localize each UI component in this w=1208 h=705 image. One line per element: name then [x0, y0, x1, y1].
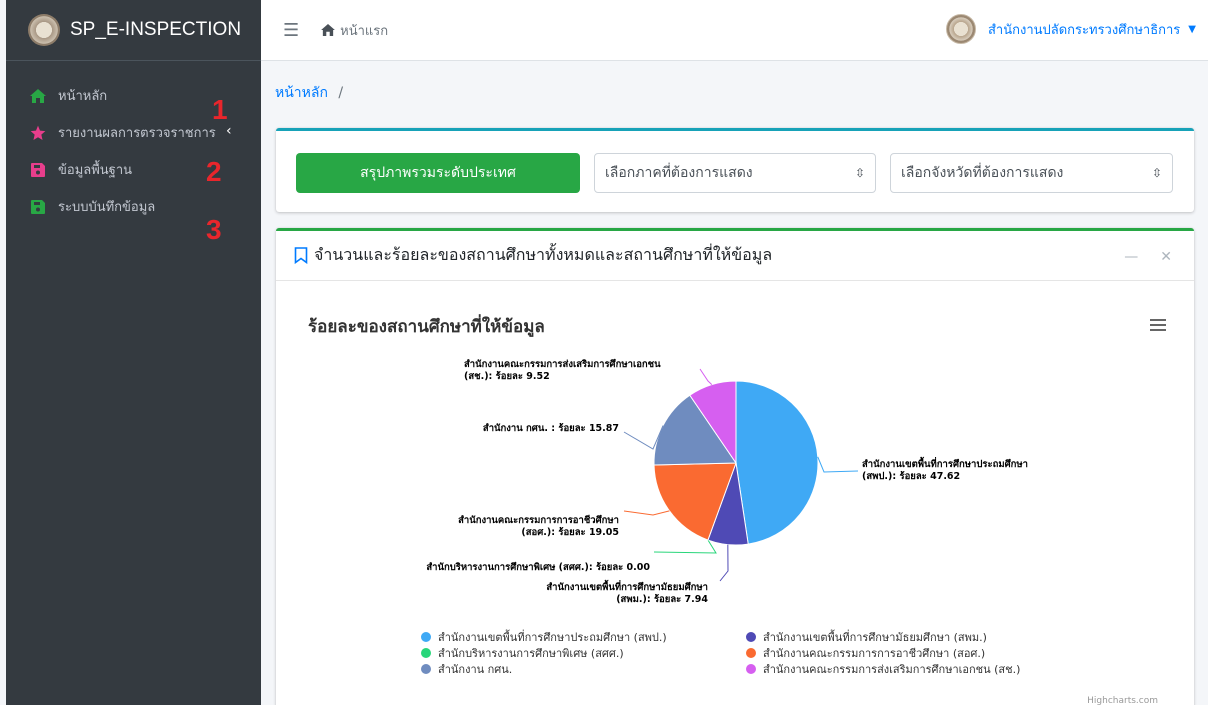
brand-title: SP_E-INSPECTION — [70, 19, 242, 40]
legend-marker — [421, 664, 431, 674]
legend-marker — [746, 664, 756, 674]
legend-item[interactable]: สำนักงานคณะกรรมการส่งเสริมการศึกษาเอกชน … — [746, 663, 1020, 676]
pie-data-label: สำนักบริหารงานการศึกษาพิเศษ (สศศ.): ร้อย… — [426, 561, 650, 573]
star-icon — [30, 125, 46, 141]
pie-chart: สำนักงานเขตพื้นที่การศึกษาประถมศึกษา(สพป… — [421, 358, 1028, 676]
breadcrumb-home[interactable]: หน้าหลัก — [275, 85, 328, 101]
legend-marker — [746, 648, 756, 658]
sidebar-nav: หน้าหลัก รายงานผลการตรวจราชการ ‹ ข้อมูลพ… — [6, 61, 261, 225]
pie-connector — [623, 510, 670, 516]
legend-item[interactable]: สำนักบริหารงานการศึกษาพิเศษ (สศศ.) — [421, 647, 624, 660]
navbar-home-link[interactable]: หน้าแรก — [321, 20, 388, 41]
sidebar-item-label: หน้าหลัก — [58, 89, 108, 104]
user-name: สำนักงานปลัดกระทรวงศึกษาธิการ — [987, 22, 1181, 38]
navbar-home-label: หน้าแรก — [340, 23, 389, 39]
home-icon — [30, 88, 46, 104]
legend-item[interactable]: สำนักงานคณะกรรมการการอาชีวศึกษา (สอศ.) — [746, 647, 985, 660]
legend-label: สำนักบริหารงานการศึกษาพิเศษ (สศศ.) — [438, 647, 624, 660]
legend-label: สำนักงานคณะกรรมการส่งเสริมการศึกษาเอกชน … — [763, 663, 1020, 676]
pie-data-label: สำนักงานคณะกรรมการการอาชีวศึกษา(สอศ.): ร… — [458, 514, 619, 538]
legend-marker — [421, 648, 431, 658]
home-icon — [321, 24, 335, 36]
legend-item[interactable]: สำนักงานเขตพื้นที่การศึกษาประถมศึกษา (สพ… — [421, 629, 667, 644]
sidebar-item-data-entry[interactable]: ระบบบันทึกข้อมูล — [6, 188, 261, 225]
legend-item[interactable]: สำนักงานเขตพื้นที่การศึกษามัธยมศึกษา (สพ… — [746, 629, 987, 644]
sidebar-item-basic-data[interactable]: ข้อมูลพื้นฐาน — [6, 151, 261, 188]
user-menu[interactable]: สำนักงานปลัดกระทรวงศึกษาธิการ ▼ — [945, 14, 1196, 44]
top-navbar: ☰ หน้าแรก สำนักงานปลัดกระทรวงศึกษาธิการ … — [261, 0, 1208, 61]
legend-label: สำนักงานเขตพื้นที่การศึกษามัธยมศึกษา (สพ… — [763, 629, 987, 644]
annotation-marker-3: 3 — [206, 214, 222, 245]
sidebar-item-label: ระบบบันทึกข้อมูล — [58, 200, 156, 215]
legend-label: สำนักงาน กศน. — [438, 663, 512, 676]
caret-down-icon: ▼ — [1188, 23, 1196, 35]
brand-logo — [28, 14, 60, 46]
filter-card: สรุปภาพรวมระดับประเทศ เลือกภาคที่ต้องการ… — [276, 128, 1194, 212]
legend-marker — [746, 632, 756, 642]
pie-connector — [699, 368, 713, 386]
hamburger-menu-icon[interactable]: ☰ — [283, 20, 299, 41]
national-summary-button[interactable]: สรุปภาพรวมระดับประเทศ — [296, 153, 580, 193]
legend-item[interactable]: สำนักงาน กศน. — [421, 663, 512, 676]
province-select-value: เลือกจังหวัดที่ต้องการแสดง — [901, 165, 1064, 181]
chart-credit[interactable]: Highcharts.com — [1087, 696, 1158, 705]
pie-connector — [817, 456, 859, 473]
legend-marker — [421, 632, 431, 642]
pie-data-label: สำนักงานเขตพื้นที่การศึกษาประถมศึกษา(สพป… — [862, 456, 1028, 482]
pie-slice[interactable] — [735, 380, 819, 545]
sidebar-item-label: รายงานผลการตรวจราชการ — [58, 126, 216, 141]
annotation-marker-1: 1 — [212, 94, 228, 125]
pie-data-label: สำนักงานคณะกรรมการส่งเสริมการศึกษาเอกชน(… — [464, 358, 661, 382]
annotation-marker-2: 2 — [206, 156, 222, 187]
save-icon — [30, 199, 46, 215]
select-arrows-icon: ⇳ — [854, 166, 865, 180]
pie-data-label: สำนักงาน กศน. : ร้อยละ 15.87 — [483, 422, 619, 434]
chart-card: จำนวนและร้อยละของสถานศึกษาทั้งหมดและสถาน… — [276, 228, 1194, 705]
brand[interactable]: SP_E-INSPECTION — [6, 0, 261, 61]
breadcrumb-separator: / — [338, 85, 344, 101]
region-select[interactable]: เลือกภาคที่ต้องการแสดง ⇳ — [594, 153, 876, 193]
province-select[interactable]: เลือกจังหวัดที่ต้องการแสดง ⇳ — [890, 153, 1173, 193]
region-select-value: เลือกภาคที่ต้องการแสดง — [605, 165, 753, 181]
sidebar: SP_E-INSPECTION หน้าหลัก รายงานผลการตรวจ… — [6, 0, 261, 705]
sidebar-item-label: ข้อมูลพื้นฐาน — [58, 163, 133, 178]
pie-data-label: สำนักงานเขตพื้นที่การศึกษามัธยมศึกษา(สพม… — [546, 579, 708, 605]
user-avatar — [945, 14, 976, 44]
legend-label: สำนักงานเขตพื้นที่การศึกษาประถมศึกษา (สพ… — [438, 629, 667, 644]
pie-connector — [653, 539, 717, 554]
select-arrows-icon: ⇳ — [1151, 166, 1162, 180]
pie-connector — [719, 544, 729, 582]
save-icon — [30, 162, 46, 178]
breadcrumb: หน้าหลัก / — [275, 82, 343, 104]
legend-label: สำนักงานคณะกรรมการการอาชีวศึกษา (สอศ.) — [763, 647, 985, 660]
